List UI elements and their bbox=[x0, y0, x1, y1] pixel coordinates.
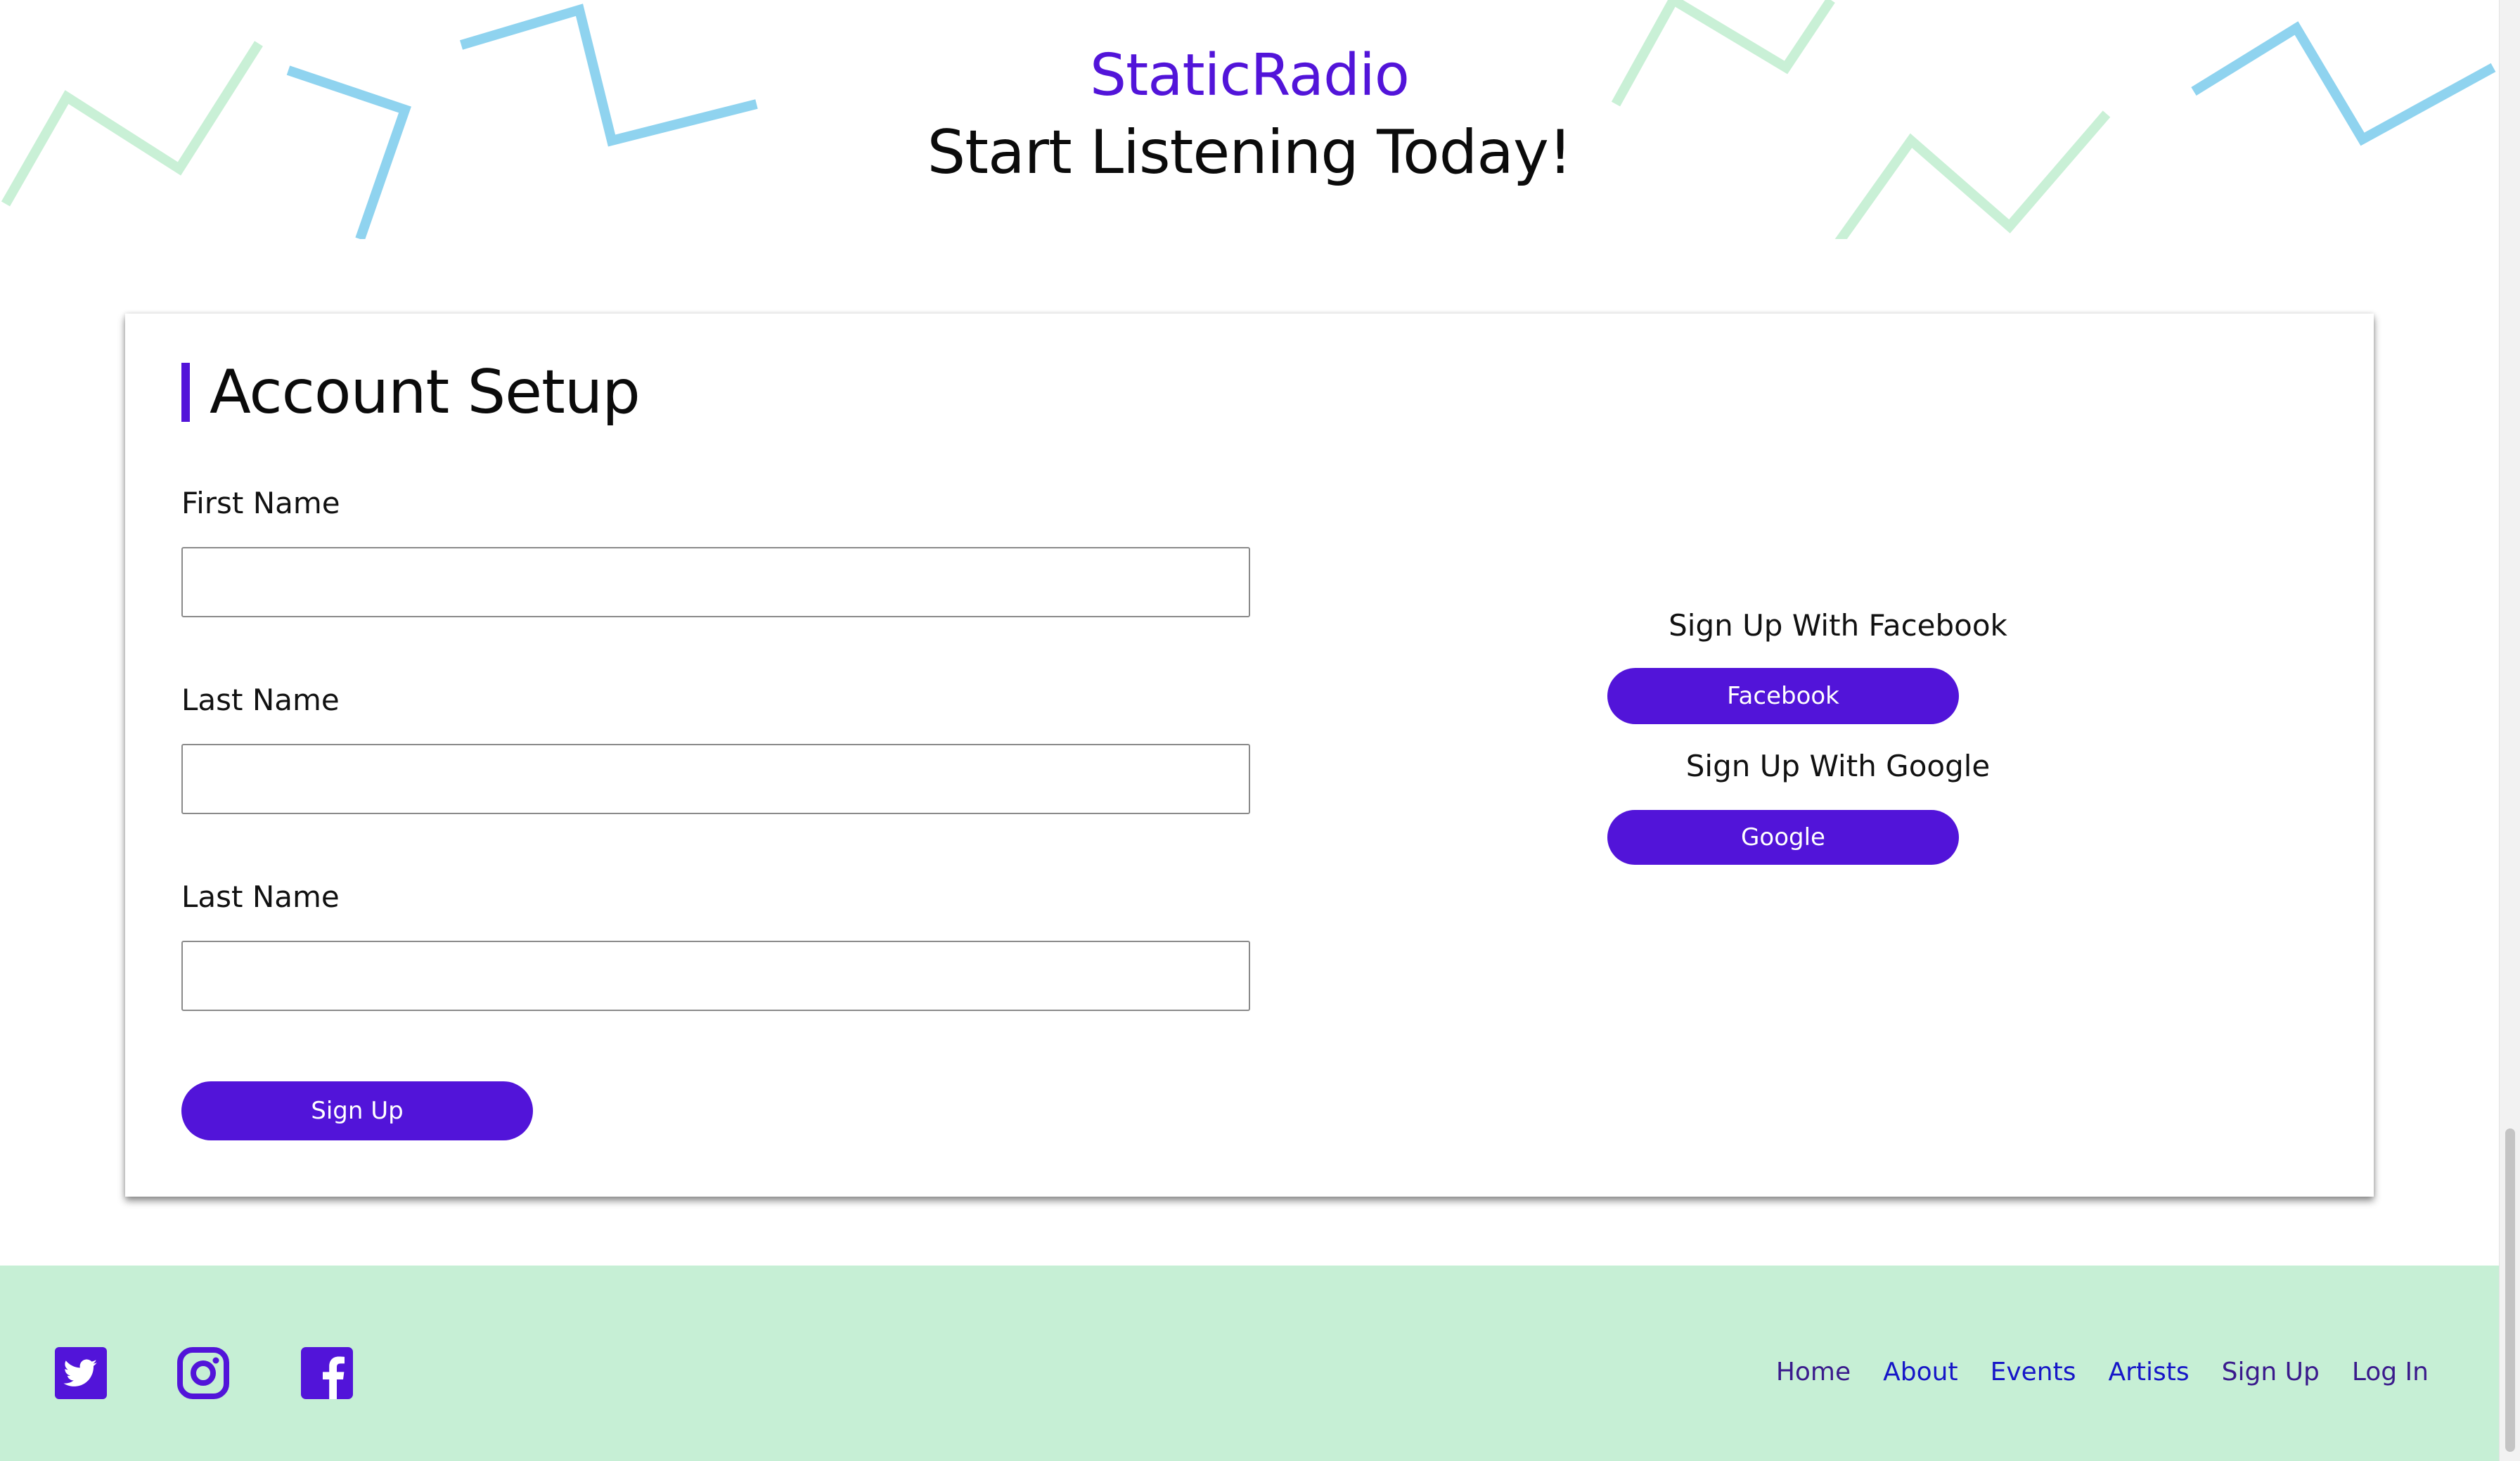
sign-up-button[interactable]: Sign Up bbox=[181, 1081, 533, 1140]
footer-link-log-in[interactable]: Log In bbox=[2352, 1354, 2429, 1391]
facebook-icon[interactable] bbox=[301, 1347, 353, 1399]
account-setup-card: Account Setup First Name Last Name Last … bbox=[125, 314, 2374, 1197]
first-name-input[interactable] bbox=[181, 547, 1250, 617]
last-name-label: Last Name bbox=[181, 683, 340, 717]
page-tagline: Start Listening Today! bbox=[927, 117, 1573, 188]
scrollbar-thumb[interactable] bbox=[2505, 1128, 2515, 1452]
footer-link-sign-up[interactable]: Sign Up bbox=[2222, 1354, 2320, 1391]
instagram-icon[interactable] bbox=[177, 1347, 229, 1399]
page: StaticRadio Start Listening Today! Accou… bbox=[0, 0, 2520, 1461]
card-title: Account Setup bbox=[181, 362, 641, 423]
google-signup-button[interactable]: Google bbox=[1607, 810, 1959, 865]
facebook-signup-heading: Sign Up With Facebook bbox=[1669, 608, 2007, 643]
facebook-signup-button[interactable]: Facebook bbox=[1607, 668, 1959, 724]
last-name-input-2[interactable] bbox=[181, 941, 1250, 1011]
footer-link-home[interactable]: Home bbox=[1776, 1354, 1851, 1391]
footer-link-artists[interactable]: Artists bbox=[2108, 1354, 2189, 1391]
brand-title[interactable]: StaticRadio bbox=[0, 41, 2499, 111]
twitter-icon[interactable] bbox=[55, 1347, 107, 1399]
footer-link-events[interactable]: Events bbox=[1991, 1354, 2076, 1391]
footer: Home About Events Artists Sign Up Log In bbox=[0, 1266, 2499, 1461]
first-name-label: First Name bbox=[181, 486, 340, 520]
hero-header: StaticRadio Start Listening Today! bbox=[0, 0, 2499, 239]
google-signup-heading: Sign Up With Google bbox=[1685, 749, 1991, 783]
footer-nav: Home About Events Artists Sign Up Log In bbox=[1776, 1354, 2429, 1391]
last-name-label-2: Last Name bbox=[181, 880, 340, 914]
scrollbar-track[interactable] bbox=[2499, 0, 2520, 1461]
footer-link-about[interactable]: About bbox=[1883, 1354, 1958, 1391]
last-name-input[interactable] bbox=[181, 744, 1250, 814]
